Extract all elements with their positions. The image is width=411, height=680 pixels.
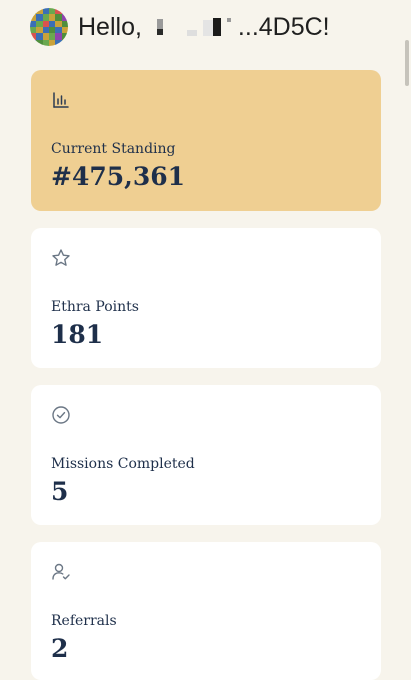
dashboard-page: Hello, ...4D5C! Current Standing #475,36… [0, 0, 411, 680]
greeting-header: Hello, ...4D5C! [30, 8, 330, 46]
check-circle-icon [51, 405, 71, 425]
card-value: #475,361 [51, 162, 186, 191]
card-label: Ethra Points [51, 299, 139, 315]
card-value: 2 [51, 634, 69, 663]
user-check-icon [51, 562, 71, 582]
avatar[interactable] [30, 8, 68, 46]
referrals-card[interactable]: Referrals 2 [31, 542, 381, 680]
card-label: Current Standing [51, 141, 176, 157]
current-standing-card[interactable]: Current Standing #475,361 [31, 70, 381, 211]
card-value: 5 [51, 477, 69, 506]
greeting-prefix: Hello, [78, 12, 142, 41]
card-label: Referrals [51, 613, 117, 629]
card-label: Missions Completed [51, 456, 195, 472]
card-value: 181 [51, 320, 104, 349]
greeting-text: Hello, ...4D5C! [78, 13, 330, 42]
scrollbar[interactable] [405, 40, 409, 86]
bar-chart-icon [51, 90, 71, 110]
ethra-points-card[interactable]: Ethra Points 181 [31, 228, 381, 368]
missions-completed-card[interactable]: Missions Completed 5 [31, 385, 381, 525]
redacted-wallet-address [147, 16, 233, 38]
greeting-address-suffix: ...4D5C! [237, 12, 330, 41]
star-icon [51, 248, 71, 268]
